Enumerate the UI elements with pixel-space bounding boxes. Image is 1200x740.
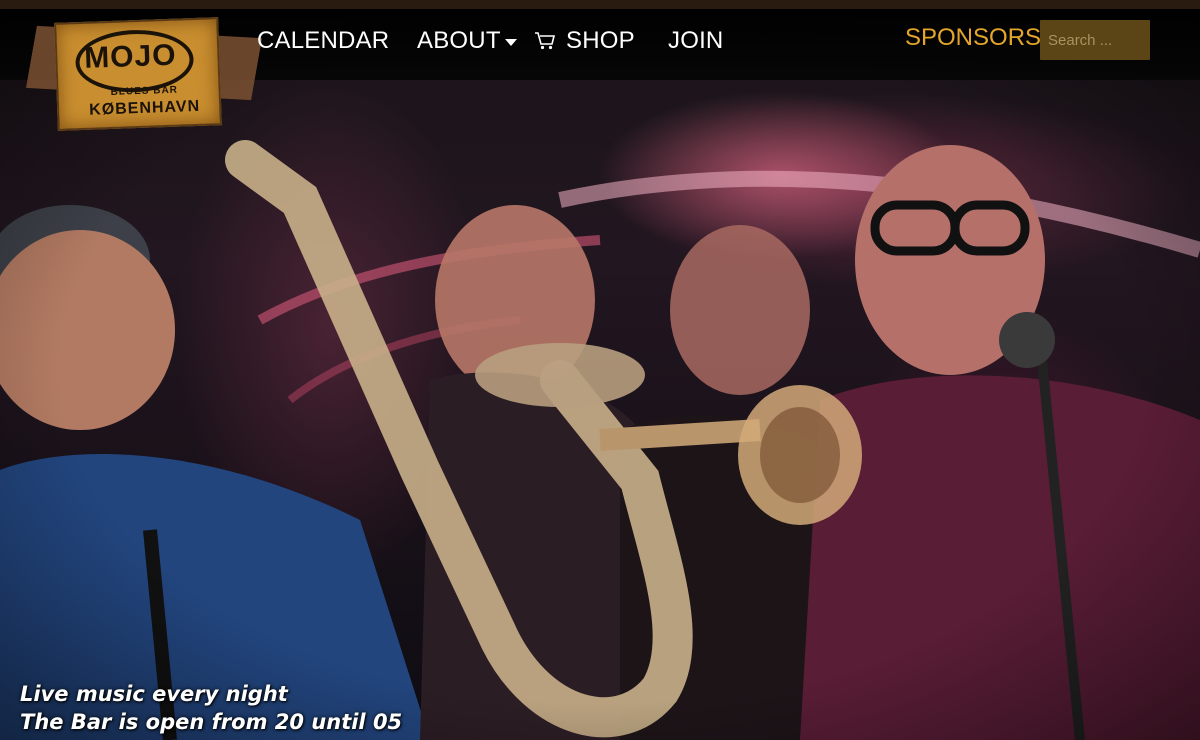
logo-word: MOJO [83, 38, 178, 75]
nav-calendar-label: CALENDAR [257, 27, 390, 54]
logo-city: KØBENHAVN [88, 97, 201, 119]
tagline-live-music: Live music every night [20, 682, 288, 706]
nav-sponsors[interactable]: SPONSORS [905, 24, 1041, 52]
tagline-opening-hours: The Bar is open from 20 until 05 [20, 710, 403, 734]
search-input[interactable] [1040, 20, 1150, 60]
chevron-down-icon [504, 39, 517, 46]
nav-about-label: ABOUT [417, 27, 501, 54]
hero-tagline: Live music every night The Bar is open f… [20, 680, 402, 736]
nav-join-label: JOIN [668, 27, 724, 54]
nav-join[interactable]: JOIN [668, 27, 723, 55]
logo-plate: MOJO BLUES BAR KØBENHAVN [54, 17, 222, 131]
site-logo[interactable]: MOJO BLUES BAR KØBENHAVN [32, 17, 256, 131]
nav-about[interactable]: ABOUT [417, 27, 517, 55]
cart-icon [535, 32, 556, 50]
nav-calendar[interactable]: CALENDAR [257, 27, 389, 55]
nav-shop-label: SHOP [566, 27, 635, 54]
nav-shop[interactable]: SHOP [534, 27, 635, 55]
logo-subtitle: BLUES BAR [110, 84, 179, 98]
